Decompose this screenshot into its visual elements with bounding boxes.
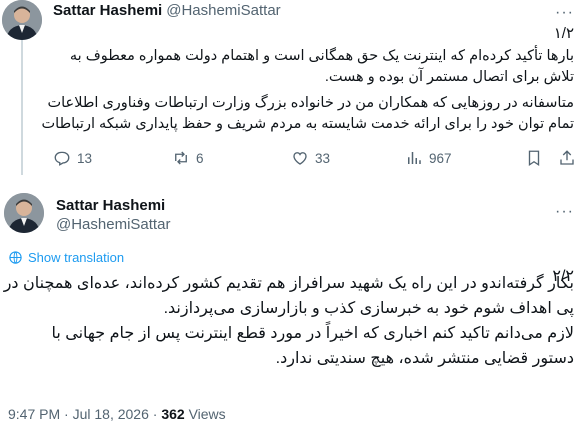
views-label: Views: [188, 406, 226, 422]
repost-icon: [175, 151, 187, 165]
author-handle[interactable]: @HashemiSattar: [166, 2, 280, 19]
like-icon: [293, 152, 307, 165]
tweet-text-line: تلاش برای اتصال مستمر آن بوده و هست.: [324, 69, 574, 85]
author-line: Sattar Hashemi @HashemiSattar: [53, 2, 281, 19]
tweet-text-line: لازم می‌دانم تاکید کنم اخباری که اخیراً …: [51, 325, 574, 342]
like-button[interactable]: 33: [291, 149, 330, 167]
like-count: 33: [315, 150, 331, 166]
avatar[interactable]: [2, 0, 42, 40]
repost-count: 6: [196, 150, 204, 166]
reply-button[interactable]: 13: [53, 149, 92, 167]
tweet-text-line: دستور قضایی منتشر شده، هیچ سندیتی ندارد.: [275, 350, 574, 367]
thread-index: ۱/۲: [553, 25, 574, 42]
reply-count: 13: [77, 150, 93, 166]
bookmark-button[interactable]: [525, 149, 543, 167]
tweet-text-line: بکار گرفته‌اندو در این راه یک شهید سرافر…: [3, 275, 574, 292]
author-handle[interactable]: @HashemiSattar: [56, 216, 170, 233]
views-total: 362: [161, 406, 185, 422]
views-count: 967: [429, 150, 452, 166]
author-name[interactable]: Sattar Hashemi: [56, 197, 165, 214]
tweet-actions: 13 6 33 967: [53, 149, 583, 171]
show-translation-label: Show translation: [28, 250, 125, 265]
views-button[interactable]: 967: [405, 149, 452, 167]
tweet-text-line: متاسفانه در روزهایی که همکاران من در خان…: [47, 95, 574, 111]
thread-connector: [21, 40, 23, 175]
reply-icon: [54, 151, 70, 166]
share-icon: [560, 150, 574, 165]
more-icon[interactable]: ···: [555, 203, 574, 221]
timestamp[interactable]: 9:47 PM · Jul 18, 2026 ·: [8, 406, 161, 422]
tweet-text-line: بارها تأکید کرده‌ام که اینترنت یک حق همگ…: [69, 48, 574, 64]
tweet-text-line: پی اهداف شوم خود به خبرسازی کذب و بازارس…: [163, 300, 574, 317]
avatar-image: [4, 193, 44, 233]
show-translation-link[interactable]: Show translation: [8, 250, 124, 265]
views-icon: [408, 152, 421, 164]
author-name[interactable]: Sattar Hashemi: [53, 2, 162, 19]
repost-button[interactable]: 6: [172, 149, 204, 167]
tweet-text-line: تمام توان خود را برای ارائه خدمت شایسته …: [41, 116, 574, 132]
bookmark-icon: [528, 150, 540, 167]
globe-icon: [9, 251, 22, 264]
share-button[interactable]: [558, 149, 576, 167]
avatar[interactable]: [4, 193, 44, 233]
more-icon[interactable]: ···: [555, 4, 574, 22]
tweet-meta: 9:47 PM · Jul 18, 2026 · 362 Views: [8, 406, 226, 422]
avatar-image: [2, 0, 42, 40]
